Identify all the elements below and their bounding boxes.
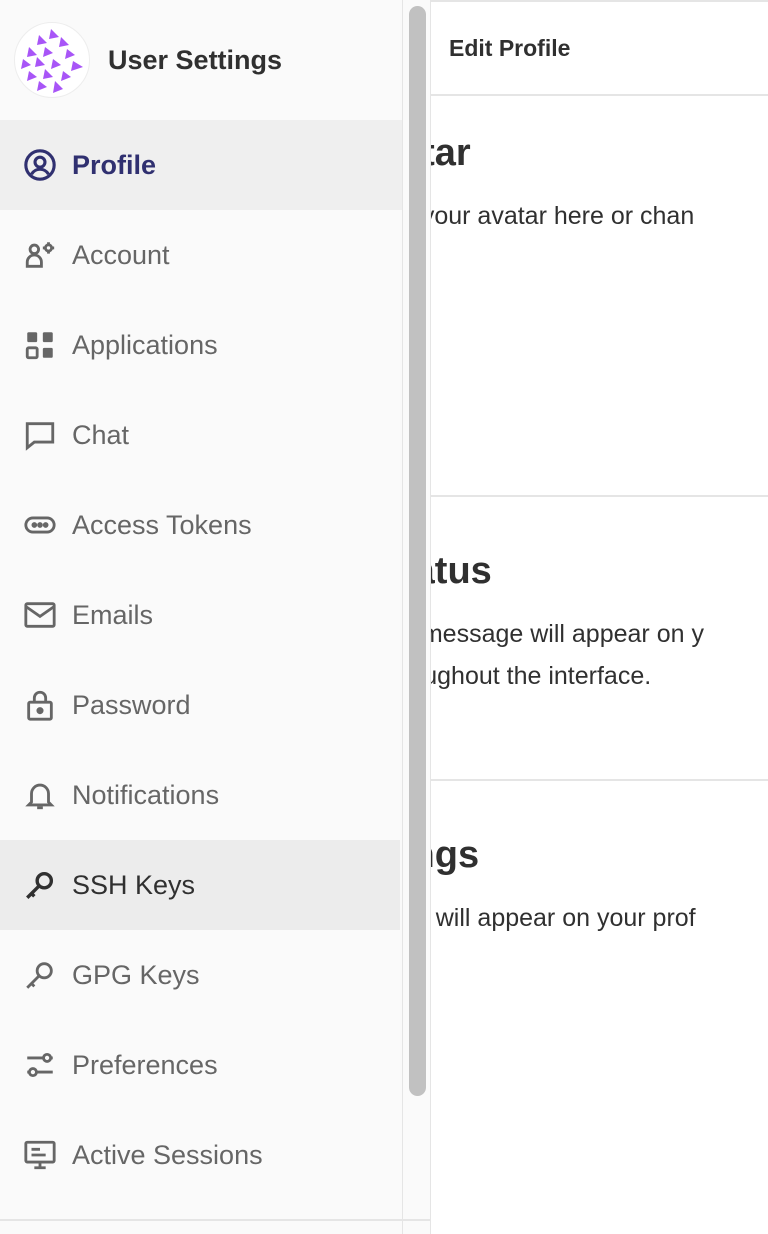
sidebar-item-label: GPG Keys: [72, 959, 200, 990]
sidebar-item-label: Chat: [72, 419, 130, 450]
settings-section: ings on will appear on your prof: [431, 834, 768, 939]
avatar-section: atar d your avatar here or chan m: [431, 132, 768, 266]
mail-icon: [22, 597, 58, 633]
settings-section-text: on will appear on your prof: [431, 904, 696, 932]
sidebar-item-notifications[interactable]: Notifications: [0, 750, 402, 840]
sidebar-item-label: Notifications: [72, 779, 220, 810]
sidebar-nav: Profile Account Applications Chat Access…: [0, 120, 402, 1200]
applications-icon: [22, 327, 58, 363]
key-icon: [22, 867, 58, 903]
key-icon: [22, 957, 58, 993]
sidebar-item-preferences[interactable]: Preferences: [0, 1020, 402, 1110]
settings-section-title: ings: [431, 834, 480, 876]
sidebar-item-applications[interactable]: Applications: [0, 300, 402, 390]
sidebar-item-profile[interactable]: Profile: [0, 120, 402, 210]
logo[interactable]: [14, 22, 90, 98]
section-divider: [431, 495, 768, 497]
sidebar-item-gpg-keys[interactable]: GPG Keys: [0, 930, 402, 1020]
sidebar-item-label: SSH Keys: [72, 869, 196, 900]
chat-icon: [22, 417, 58, 453]
page-title: Edit Profile: [449, 34, 571, 61]
section-divider: [431, 779, 768, 781]
status-section-title: tatus: [431, 550, 492, 592]
sidebar-item-label: Applications: [72, 329, 218, 360]
profile-icon: [22, 147, 58, 183]
sidebar-item-emails[interactable]: Emails: [0, 570, 402, 660]
sidebar-item-ssh-keys[interactable]: SSH Keys: [0, 840, 400, 930]
monitor-icon: [22, 1137, 58, 1173]
avatar-section-text: d your avatar here or chan: [431, 202, 695, 230]
account-icon: [22, 237, 58, 273]
sidebar: User Settings Profile Account Applicatio…: [0, 0, 403, 1234]
sidebar-item-label: Preferences: [72, 1049, 218, 1080]
sidebar-item-password[interactable]: Password: [0, 660, 402, 750]
sidebar-item-label: Password: [72, 689, 191, 720]
sidebar-item-label: Emails: [72, 599, 154, 630]
sidebar-bottom-divider: [0, 1219, 430, 1221]
lock-icon: [22, 687, 58, 723]
sidebar-item-account[interactable]: Account: [0, 210, 402, 300]
preferences-icon: [22, 1047, 58, 1083]
sidebar-title: User Settings: [108, 44, 283, 75]
sidebar-item-chat[interactable]: Chat: [0, 390, 402, 480]
bell-icon: [22, 777, 58, 813]
main-content: Edit Profile atar d your avatar here or …: [431, 0, 768, 1234]
logo-icon: [21, 29, 83, 93]
sidebar-item-label: Profile: [72, 149, 157, 180]
sidebar-item-label: Active Sessions: [72, 1139, 263, 1170]
token-icon: [22, 507, 58, 543]
avatar-section-title: atar: [431, 132, 471, 174]
status-section: tatus d message will appear on y roughou…: [431, 550, 768, 697]
sidebar-item-label: Account: [72, 239, 170, 270]
sidebar-item-access-tokens[interactable]: Access Tokens: [0, 480, 402, 570]
topbar: Edit Profile: [431, 0, 768, 96]
sidebar-scrollbar-thumb[interactable]: [409, 6, 426, 1096]
status-section-text-line2: roughout the interface.: [431, 662, 652, 690]
sidebar-header: User Settings: [0, 0, 402, 120]
status-section-text-line1: d message will appear on y: [431, 620, 704, 648]
sidebar-item-active-sessions[interactable]: Active Sessions: [0, 1110, 402, 1200]
sidebar-item-label: Access Tokens: [72, 509, 252, 540]
